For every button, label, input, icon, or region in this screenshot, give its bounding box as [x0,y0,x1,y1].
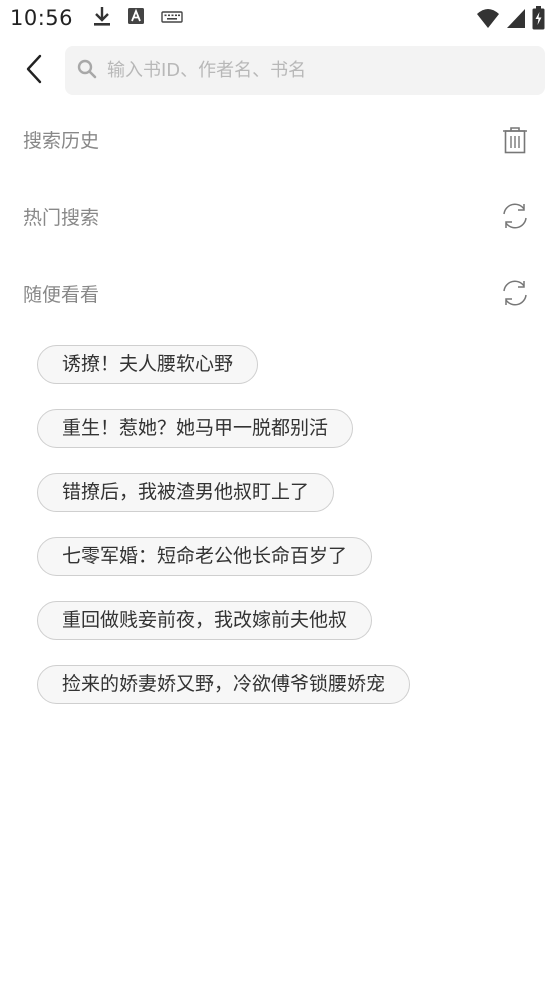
clear-history-button[interactable] [499,126,531,158]
search-history-title: 搜索历史 [23,130,100,152]
font-a-icon [127,7,145,29]
book-chip[interactable]: 七零军婚：短命老公他长命百岁了 [37,537,373,576]
refresh-icon [500,201,530,235]
random-books-list: 诱撩！夫人腰软心野 重生！惹她？她马甲一脱都别活 错撩后，我被渣男他叔盯上了 七… [37,345,537,729]
search-header [0,44,553,98]
chevron-left-icon [24,53,44,89]
refresh-icon [500,278,530,312]
book-chip[interactable]: 诱撩！夫人腰软心野 [37,345,259,384]
status-icons-right [476,6,545,34]
search-icon [77,59,97,83]
status-time: 10:56 [10,6,74,30]
book-chip[interactable]: 捡来的娇妻娇又野，冷欲傅爷锁腰娇宠 [37,665,411,704]
search-input[interactable] [107,60,507,81]
trash-icon [502,126,528,158]
refresh-random-button[interactable] [499,279,531,311]
battery-charging-icon [532,6,545,34]
download-icon [93,5,111,31]
hot-search-title: 热门搜索 [23,207,100,229]
refresh-hot-button[interactable] [499,202,531,234]
status-icons-left [93,5,183,31]
signal-icon [506,7,526,33]
search-box[interactable] [65,46,545,95]
wifi-icon [476,7,500,33]
back-button[interactable] [16,52,52,90]
keyboard-icon [161,9,183,28]
book-chip[interactable]: 错撩后，我被渣男他叔盯上了 [37,473,335,512]
random-browse-title: 随便看看 [23,284,100,306]
book-chip[interactable]: 重回做贱妾前夜，我改嫁前夫他叔 [37,601,373,640]
book-chip[interactable]: 重生！惹她？她马甲一脱都别活 [37,409,354,448]
status-bar: 10:56 [0,0,553,36]
